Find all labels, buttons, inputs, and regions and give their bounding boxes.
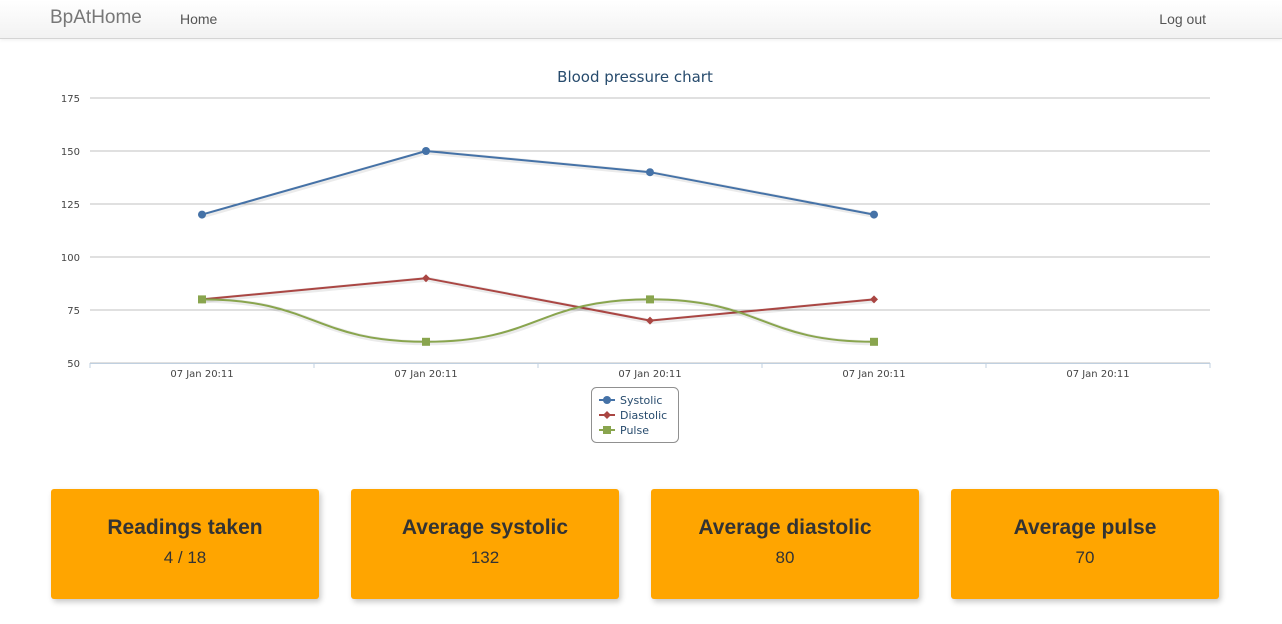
pulse-point	[870, 337, 878, 346]
y-tick-label: 100	[61, 253, 80, 264]
legend-pulse-label: Pulse	[620, 424, 649, 437]
stat-title: Average pulse	[1013, 516, 1157, 539]
systolic-point	[198, 210, 206, 219]
stats-row: Readings taken 4 / 18 Average systolic 1…	[51, 489, 1219, 599]
y-tick-label: 150	[61, 147, 80, 158]
x-tick-label: 07 Jan 20:11	[842, 369, 905, 380]
nav-home-link[interactable]: Home	[180, 11, 217, 27]
y-tick-label: 125	[61, 200, 80, 211]
pulse-point	[198, 295, 206, 304]
stat-title: Readings taken	[107, 516, 263, 539]
logout-link[interactable]: Log out	[1159, 11, 1206, 27]
x-tick-label: 07 Jan 20:11	[618, 369, 681, 380]
x-tick-label: 07 Jan 20:11	[1066, 369, 1129, 380]
pulse-point	[646, 295, 654, 304]
stat-value: 80	[775, 548, 795, 567]
systolic-point	[646, 168, 654, 177]
stat-average-systolic: Average systolic 132	[351, 489, 619, 599]
blood-pressure-chart: Blood pressure chart 50 75 100 125 150 175 07 J…	[0, 40, 1282, 460]
y-tick-label: 50	[67, 359, 80, 370]
x-tick-label: 07 Jan 20:11	[170, 369, 233, 380]
y-tick-label: 175	[61, 94, 80, 105]
stat-value: 70	[1075, 548, 1095, 567]
stat-title: Average diastolic	[698, 516, 872, 539]
stat-average-pulse: Average pulse 70	[951, 489, 1219, 599]
stat-title: Average systolic	[401, 516, 569, 539]
pulse-point	[422, 337, 430, 346]
stat-average-diastolic: Average diastolic 80	[651, 489, 919, 599]
pulse-line-shadow	[202, 297, 876, 346]
legend-diastolic-label: Diastolic	[620, 409, 667, 422]
x-tick-label: 07 Jan 20:11	[394, 369, 457, 380]
pulse-series-line	[201, 298, 875, 343]
diastolic-series-line	[201, 277, 875, 322]
stat-value: 132	[470, 548, 500, 567]
brand-link[interactable]: BpAtHome	[50, 7, 142, 29]
legend-pulse-symbol	[603, 426, 611, 434]
y-tick-label: 75	[67, 306, 80, 317]
stat-value: 4 / 18	[163, 548, 207, 567]
systolic-point	[870, 210, 878, 219]
chart-title: Blood pressure chart	[557, 68, 713, 86]
top-navbar: BpAtHome Home Log out	[0, 0, 1282, 39]
legend-systolic-symbol	[603, 396, 611, 404]
systolic-point	[422, 147, 430, 155]
legend-systolic-label: Systolic	[620, 394, 662, 407]
stat-readings-taken: Readings taken 4 / 18	[51, 489, 319, 599]
chart-svg: Blood pressure chart 50 75 100 125 150 175 07 J…	[61, 68, 1211, 443]
